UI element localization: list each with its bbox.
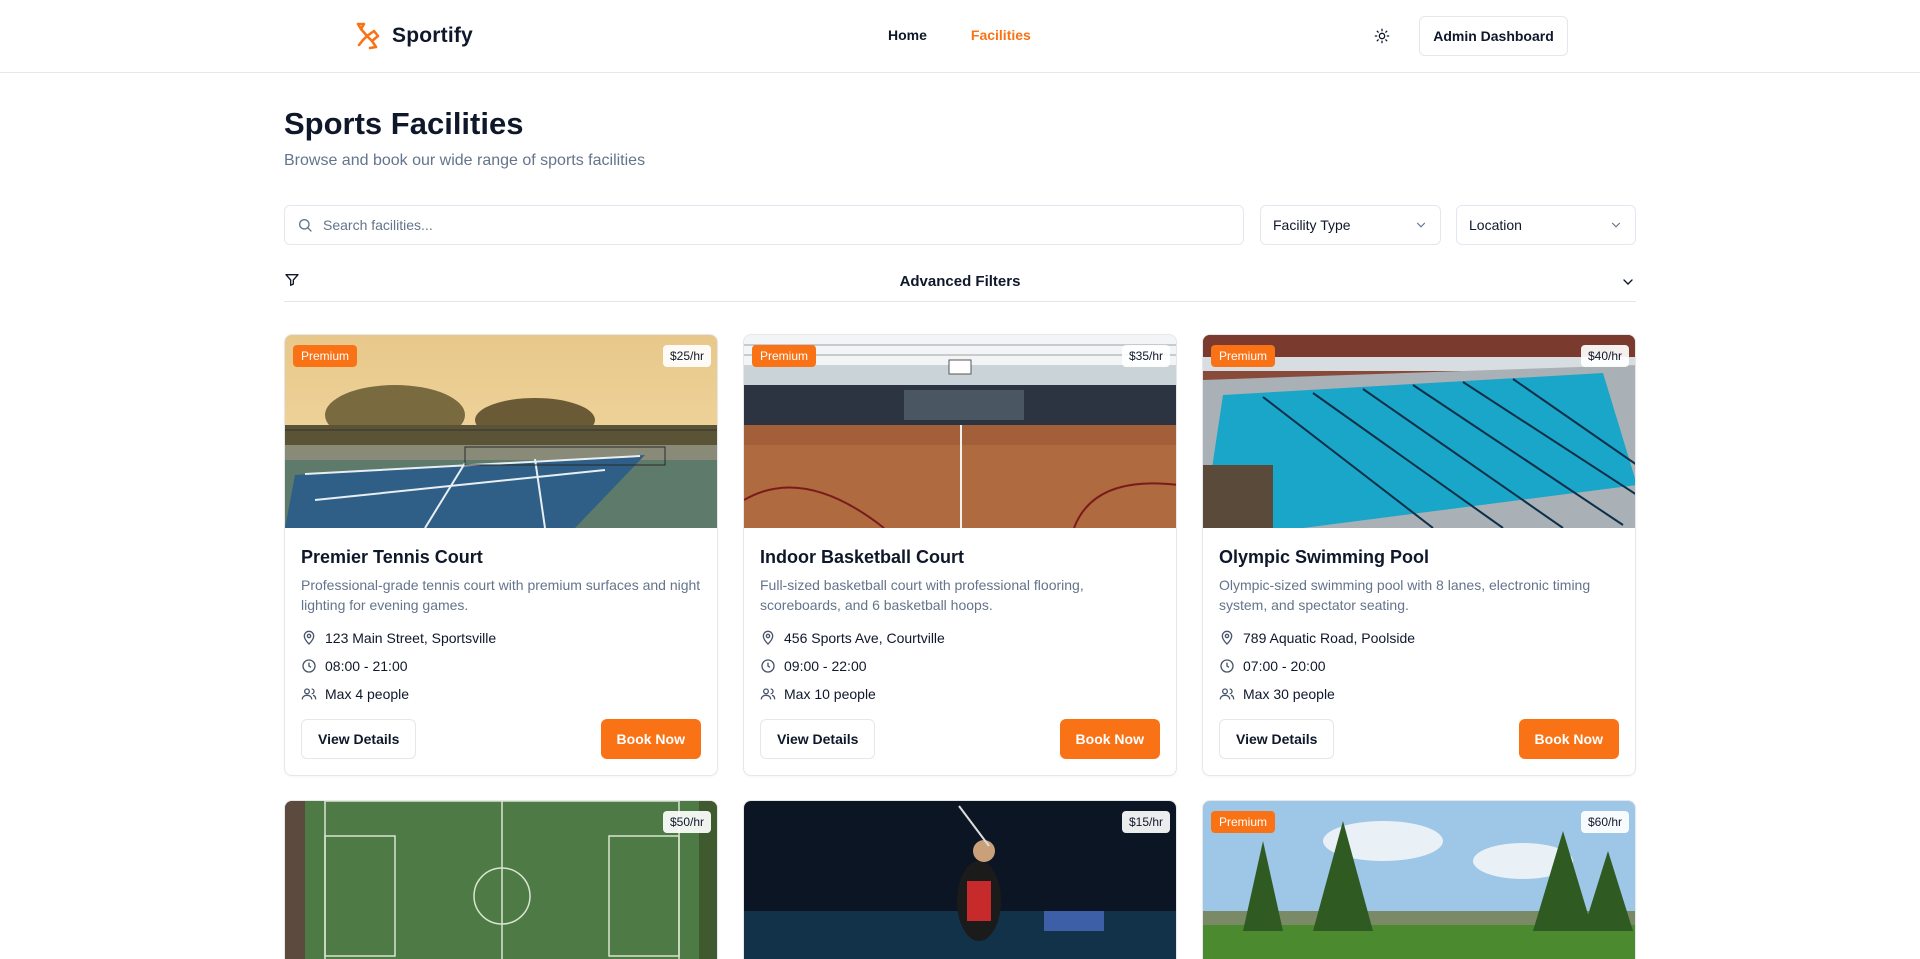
facility-card: $15/hr	[743, 800, 1177, 959]
price-badge: $15/hr	[1121, 811, 1170, 833]
facility-image-football: $50/hr	[285, 801, 717, 959]
price-badge: $50/hr	[662, 811, 711, 833]
page-subtitle: Browse and book our wide range of sports…	[284, 152, 646, 169]
hours-text: 09:00 - 22:00	[784, 658, 867, 674]
capacity-text: Max 10 people	[784, 686, 876, 702]
search-input[interactable]	[323, 206, 1223, 244]
facility-image-tennis: Premium $25/hr	[285, 335, 717, 528]
search-box	[284, 205, 1244, 245]
football-pitch-photo	[285, 801, 717, 959]
facility-name: Premier Tennis Court	[301, 547, 483, 567]
premium-badge: Premium	[1211, 811, 1276, 833]
map-pin-icon	[762, 630, 774, 645]
facility-hours: 07:00 - 20:00	[1219, 656, 1415, 676]
chevron-down-icon	[1416, 222, 1426, 228]
facility-description: Full-sized basketball court with profess…	[760, 577, 1084, 613]
premium-badge: Premium	[752, 345, 817, 367]
advanced-filters-label: Advanced Filters	[899, 273, 1021, 290]
facility-hours: 08:00 - 21:00	[301, 656, 496, 676]
view-details-button[interactable]: View Details	[301, 719, 417, 759]
view-details-button[interactable]: View Details	[1219, 719, 1335, 759]
address-text: 123 Main Street, Sportsville	[325, 630, 497, 646]
premium-badge: Premium	[293, 345, 358, 367]
price-badge: $40/hr	[1580, 345, 1629, 367]
hours-text: 07:00 - 20:00	[1243, 658, 1326, 674]
users-icon	[760, 688, 776, 700]
book-now-button[interactable]: Book Now	[1059, 719, 1160, 759]
facility-description: Olympic-sized swimming pool with 8 lanes…	[1219, 577, 1591, 613]
price-badge: $35/hr	[1121, 345, 1170, 367]
facility-name: Indoor Basketball Court	[760, 547, 965, 567]
users-icon	[301, 688, 317, 700]
price-badge: $60/hr	[1580, 811, 1629, 833]
facility-capacity: Max 10 people	[760, 684, 945, 704]
facility-image-basketball: Premium $35/hr	[744, 335, 1176, 528]
advanced-filters-toggle[interactable]: Advanced Filters	[284, 266, 1636, 302]
facility-card: Premium $25/hr Premier Tennis Court Prof…	[284, 334, 718, 776]
map-pin-icon	[303, 630, 315, 645]
top-navbar: Sportify Home Facilities Admin Dashboard	[0, 0, 1920, 73]
facility-card: Premium $40/hr Olympic Swimming Pool Oly…	[1202, 334, 1636, 776]
hours-text: 08:00 - 21:00	[325, 658, 408, 674]
facility-name: Olympic Swimming Pool	[1219, 547, 1430, 567]
facility-type-select[interactable]: Facility Type	[1260, 205, 1441, 245]
location-select[interactable]: Location	[1456, 205, 1636, 245]
facility-card: Premium $60/hr	[1202, 800, 1636, 959]
sportify-logo-icon	[356, 22, 380, 50]
facility-image-pool: Premium $40/hr	[1203, 335, 1635, 528]
main-nav: Home Facilities	[888, 27, 1031, 43]
facility-capacity: Max 30 people	[1219, 684, 1415, 704]
view-details-button[interactable]: View Details	[760, 719, 876, 759]
premium-badge: Premium	[1211, 345, 1276, 367]
chevron-down-icon	[1623, 279, 1633, 285]
facility-card: Premium $35/hr Indoor Basketball Court F…	[743, 334, 1177, 776]
brand[interactable]: Sportify	[352, 20, 473, 52]
facility-address: 123 Main Street, Sportsville	[301, 628, 496, 648]
users-icon	[1219, 688, 1235, 700]
facility-capacity: Max 4 people	[301, 684, 496, 704]
book-now-button[interactable]: Book Now	[1518, 719, 1619, 759]
capacity-text: Max 30 people	[1243, 686, 1335, 702]
facility-address: 456 Sports Ave, Courtville	[760, 628, 945, 648]
location-label: Location	[1469, 217, 1522, 233]
clock-icon	[302, 659, 316, 673]
facility-type-label: Facility Type	[1273, 217, 1351, 233]
map-pin-icon	[1221, 630, 1233, 645]
price-badge: $25/hr	[662, 345, 711, 367]
theme-toggle-button[interactable]	[1370, 24, 1394, 48]
facility-hours: 09:00 - 22:00	[760, 656, 945, 676]
facility-image-golf: Premium $60/hr	[1203, 801, 1635, 959]
nav-home[interactable]: Home	[888, 27, 927, 43]
nav-facilities[interactable]: Facilities	[971, 27, 1031, 43]
capacity-text: Max 4 people	[325, 686, 410, 702]
page-title: Sports Facilities	[284, 106, 524, 141]
facility-image-badminton: $15/hr	[744, 801, 1176, 959]
admin-dashboard-button[interactable]: Admin Dashboard	[1419, 16, 1568, 56]
facility-card: $50/hr	[284, 800, 718, 959]
chevron-down-icon	[1611, 222, 1621, 228]
facility-description: Professional-grade tennis court with pre…	[301, 577, 701, 613]
clock-icon	[1220, 659, 1234, 673]
address-text: 789 Aquatic Road, Poolside	[1243, 630, 1416, 646]
address-text: 456 Sports Ave, Courtville	[784, 630, 945, 646]
badminton-photo	[744, 801, 1176, 959]
facility-address: 789 Aquatic Road, Poolside	[1219, 628, 1415, 648]
brand-name: Sportify	[392, 24, 473, 47]
book-now-button[interactable]: Book Now	[600, 719, 701, 759]
search-icon	[299, 219, 312, 232]
clock-icon	[761, 659, 775, 673]
sun-icon	[1374, 28, 1390, 44]
